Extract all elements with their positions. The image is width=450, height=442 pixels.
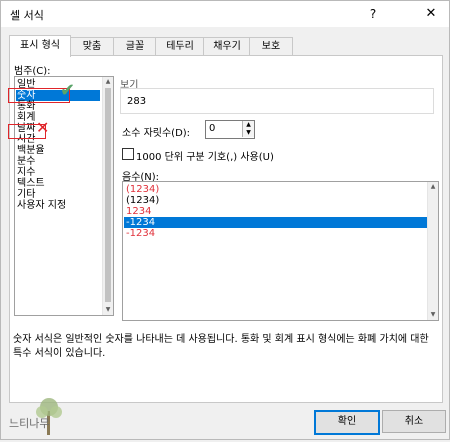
negative-format-option[interactable]: -1234 [124, 228, 427, 239]
category-item-special[interactable]: 기타 [17, 189, 35, 200]
watermark-logo: 느티나무 [9, 397, 85, 439]
tab-protection[interactable]: 보호 [249, 37, 293, 56]
category-item-text[interactable]: 텍스트 [17, 178, 45, 189]
thousands-separator-label[interactable]: 1000 단위 구분 기호(,) 사용(U) [136, 148, 274, 163]
category-item-percentage[interactable]: 백분율 [17, 145, 45, 156]
spin-down-icon[interactable]: ▼ [242, 129, 254, 137]
thousands-separator-checkbox[interactable] [122, 148, 134, 160]
watermark-text: 느티나무 [9, 417, 50, 430]
negative-format-option[interactable]: 1234 [124, 206, 427, 217]
decimal-places-value[interactable]: 0 [209, 123, 215, 134]
tab-fill[interactable]: 채우기 [203, 37, 251, 56]
format-cells-dialog: 셀 서식 ? ✕ 표시 형식 맞춤 글꼴 테두리 채우기 보호 범주(C): 일… [0, 0, 450, 440]
scroll-down-arrow-icon[interactable]: ▼ [103, 305, 113, 315]
title-bar: 셀 서식 ? ✕ [1, 1, 449, 27]
tab-border[interactable]: 테두리 [155, 37, 205, 56]
ok-button[interactable]: 확인 [314, 410, 380, 435]
category-item-accounting[interactable]: 회계 [17, 112, 35, 123]
decimal-places-spinner[interactable]: 0 ▲ ▼ [205, 120, 255, 139]
category-item-fraction[interactable]: 분수 [17, 156, 35, 167]
tab-number[interactable]: 표시 형식 [9, 35, 71, 57]
cross-mark-icon: ✕ [36, 118, 50, 137]
negative-format-option[interactable]: (1234) [124, 195, 427, 206]
dialog-title: 셀 서식 [10, 9, 44, 22]
scroll-up-arrow-icon[interactable]: ▲ [103, 77, 113, 87]
spin-up-icon[interactable]: ▲ [242, 121, 254, 129]
tab-alignment[interactable]: 맞춤 [69, 37, 115, 56]
scroll-thumb[interactable] [105, 88, 111, 302]
help-button[interactable]: ? [363, 5, 383, 23]
category-scrollbar[interactable]: ▲ ▼ [102, 77, 113, 315]
scroll-down-arrow-icon[interactable]: ▼ [428, 310, 438, 320]
negative-list-scrollbar[interactable]: ▲ ▼ [427, 182, 438, 320]
scroll-up-arrow-icon[interactable]: ▲ [428, 182, 438, 192]
format-description: 숫자 서식은 일반적인 숫자를 나타내는 데 사용됩니다. 통화 및 회계 표시… [13, 334, 429, 359]
decimal-places-label: 소수 자릿수(D): [122, 128, 191, 139]
check-mark-icon: ✔ [60, 80, 76, 101]
cancel-button[interactable]: 취소 [382, 410, 446, 433]
category-label: 범주(C): [14, 66, 51, 77]
sample-value: 283 [127, 96, 147, 107]
tab-font[interactable]: 글꼴 [113, 37, 157, 56]
negative-format-option-selected[interactable]: -1234 [124, 217, 427, 228]
negative-format-option[interactable]: (1234) [124, 184, 427, 195]
category-item-custom[interactable]: 사용자 지정 [17, 200, 66, 211]
close-button[interactable]: ✕ [421, 5, 441, 23]
sample-group: 283 [120, 88, 434, 114]
category-item-scientific[interactable]: 지수 [17, 167, 35, 178]
negative-numbers-list[interactable]: (1234) (1234) 1234 -1234 -1234 ▲ ▼ [122, 181, 439, 321]
category-list[interactable]: 일반 숫자 통화 회계 날짜 시간 백분율 분수 지수 텍스트 기타 사용자 지… [14, 76, 114, 316]
